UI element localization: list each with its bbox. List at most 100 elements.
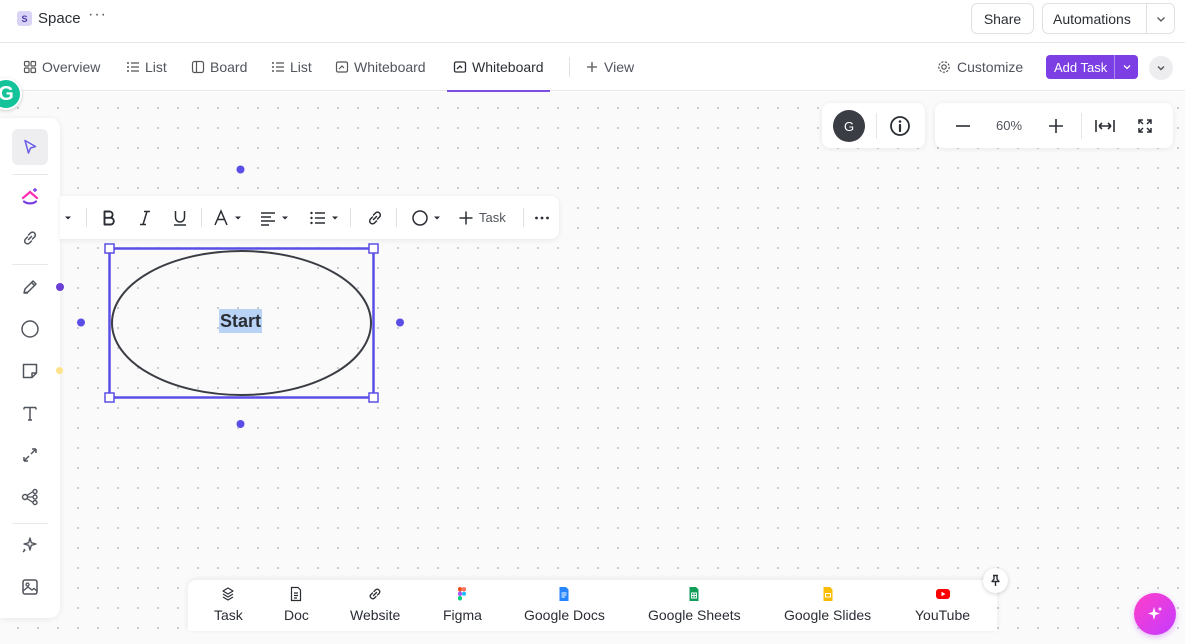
- embed-label: Website: [350, 607, 401, 623]
- font-size-dropdown[interactable]: [212, 204, 242, 231]
- tab-add-view[interactable]: View: [585, 43, 634, 91]
- embed-google-docs-button[interactable]: Google Docs: [524, 586, 605, 623]
- google-slides-icon: [823, 587, 833, 601]
- embed-google-slides-button[interactable]: Google Slides: [784, 586, 871, 623]
- ai-assistant-button[interactable]: [1134, 593, 1176, 635]
- connector-tool[interactable]: [12, 437, 48, 473]
- fit-width-icon: [1095, 120, 1115, 132]
- embed-label: Google Slides: [784, 607, 872, 623]
- embed-label: Doc: [284, 607, 309, 623]
- bold-icon: [103, 210, 115, 225]
- tab-label: Overview: [42, 59, 101, 75]
- cursor-icon: [24, 139, 37, 154]
- overview-icon: [23, 60, 37, 74]
- zoom-level[interactable]: 60%: [987, 118, 1031, 133]
- tab-whiteboard-active[interactable]: Whiteboard: [447, 43, 550, 92]
- link-icon: [369, 588, 381, 600]
- convert-to-task-button[interactable]: Task: [458, 204, 506, 231]
- pen-tool[interactable]: [12, 269, 48, 305]
- insert-link-button[interactable]: [366, 204, 384, 231]
- plus-icon: [459, 211, 473, 224]
- underline-button[interactable]: [171, 204, 189, 231]
- embed-figma-button[interactable]: Figma: [443, 586, 482, 623]
- embed-bar: Task Doc Website Figma Google Docs Googl…: [188, 580, 997, 631]
- toolbar-divider: [12, 264, 48, 265]
- toolbar-divider: [12, 174, 48, 175]
- color-dot-yellow: [56, 367, 63, 374]
- share-button[interactable]: Share: [971, 3, 1034, 34]
- embed-youtube-button[interactable]: YouTube: [915, 586, 970, 623]
- add-task-label: Add Task: [1046, 55, 1115, 79]
- underline-icon: [174, 210, 186, 226]
- toolbar-divider: [86, 208, 87, 227]
- collapse-header-button[interactable]: [1149, 56, 1173, 80]
- automations-label: Automations: [1043, 4, 1147, 33]
- fullscreen-icon: [1138, 119, 1152, 133]
- google-docs-icon: [559, 587, 569, 601]
- link-tool[interactable]: [12, 220, 48, 256]
- info-button[interactable]: [888, 114, 912, 138]
- text-tool[interactable]: [12, 395, 48, 431]
- mind-map-tool[interactable]: [12, 479, 48, 515]
- fill-color-dropdown[interactable]: [64, 204, 72, 231]
- tab-list-2[interactable]: List: [271, 43, 312, 91]
- space-avatar[interactable]: S: [17, 11, 32, 26]
- youtube-icon: [935, 589, 950, 599]
- tab-list[interactable]: List: [126, 43, 167, 91]
- tab-overview[interactable]: Overview: [23, 43, 100, 91]
- italic-button[interactable]: [136, 204, 154, 231]
- zoom-controls: 60%: [935, 103, 1173, 148]
- more-options-button[interactable]: [534, 204, 550, 231]
- shape-text[interactable]: Start: [219, 309, 263, 333]
- whiteboard-tools-toolbar: [0, 118, 60, 618]
- sparkle-icon: [22, 537, 37, 553]
- tab-divider: [569, 57, 570, 77]
- list-style-dropdown[interactable]: [309, 204, 339, 231]
- sticky-note-tool[interactable]: [12, 353, 48, 389]
- automations-button[interactable]: Automations: [1042, 3, 1175, 34]
- tab-label: List: [290, 59, 312, 75]
- google-sheets-icon: [689, 587, 699, 601]
- select-tool[interactable]: [12, 129, 48, 165]
- tab-board[interactable]: Board: [191, 43, 247, 91]
- text-align-dropdown[interactable]: [259, 204, 289, 231]
- image-tool[interactable]: [12, 569, 48, 605]
- embed-google-sheets-button[interactable]: Google Sheets: [648, 586, 741, 623]
- avatar[interactable]: G: [833, 110, 865, 142]
- connector-icon: [23, 448, 37, 462]
- fullscreen-button[interactable]: [1133, 114, 1157, 138]
- minus-icon: [956, 125, 970, 127]
- add-task-button[interactable]: Add Task: [1046, 55, 1138, 79]
- image-icon: [22, 579, 38, 595]
- customize-button[interactable]: Customize: [937, 43, 1023, 91]
- embed-label: Google Docs: [524, 607, 605, 623]
- font-icon: [214, 208, 228, 225]
- zoom-in-button[interactable]: [1044, 114, 1068, 138]
- embed-doc-button[interactable]: Doc: [284, 586, 309, 623]
- link-icon: [368, 210, 382, 225]
- tab-whiteboard[interactable]: Whiteboard: [335, 43, 426, 91]
- panel-divider: [876, 113, 877, 139]
- convert-to-task-label: Task: [479, 210, 506, 225]
- whiteboard-icon: [335, 61, 349, 73]
- embed-website-button[interactable]: Website: [350, 586, 400, 623]
- space-more-button[interactable]: ···: [88, 6, 107, 24]
- space-name[interactable]: Space: [38, 10, 81, 27]
- shape-type-dropdown[interactable]: [411, 204, 441, 231]
- doc-icon: [291, 586, 302, 602]
- whiteboard-canvas[interactable]: [0, 92, 1185, 644]
- chevron-down-icon[interactable]: [1115, 62, 1138, 72]
- embed-task-button[interactable]: Task: [214, 586, 243, 623]
- circle-icon: [21, 320, 39, 338]
- fit-to-screen-button[interactable]: [1093, 114, 1117, 138]
- bold-button[interactable]: [100, 204, 118, 231]
- ai-tool[interactable]: [12, 527, 48, 563]
- plus-icon: [1049, 119, 1063, 133]
- zoom-out-button[interactable]: [951, 114, 975, 138]
- pin-embed-bar-button[interactable]: [983, 568, 1008, 593]
- chevron-down-icon[interactable]: [1147, 13, 1174, 25]
- shape-tool[interactable]: [12, 311, 48, 347]
- pen-icon: [23, 280, 37, 294]
- figma-icon: [458, 587, 467, 601]
- clickup-items-tool[interactable]: [12, 178, 48, 214]
